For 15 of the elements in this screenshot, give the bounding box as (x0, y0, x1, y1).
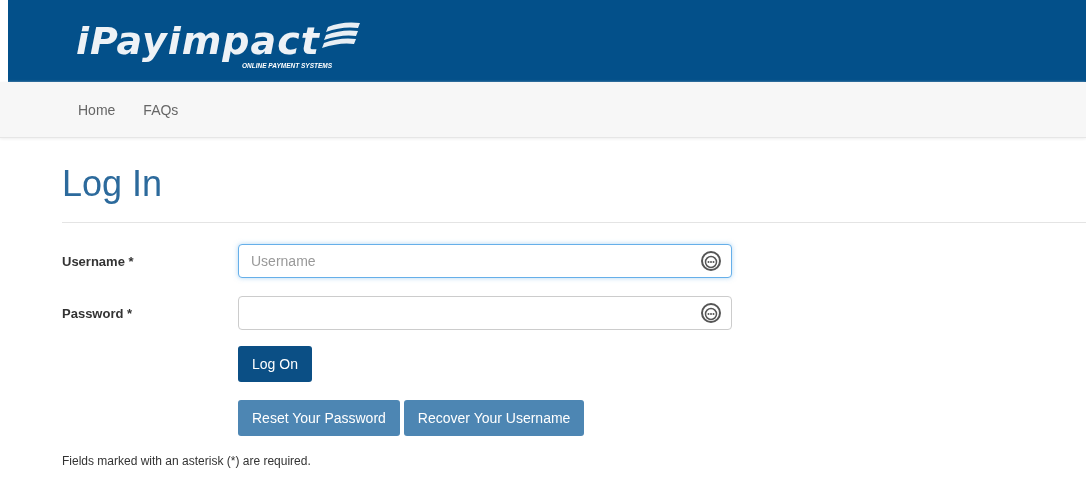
nav-link[interactable]: FAQs (143, 101, 179, 118)
page-title: Log In (62, 164, 164, 204)
field-label: Password * (62, 305, 134, 321)
logo-text[interactable]: iPayimpact (76, 19, 320, 63)
field-label: Username * (62, 253, 135, 269)
nav-link[interactable]: Home (78, 101, 116, 118)
password-manager-icon[interactable] (700, 302, 722, 324)
required-note: Fields marked with an asterisk (*) are required. (62, 454, 312, 468)
input-field[interactable]: Username (238, 244, 732, 278)
log-on-button[interactable]: Log On (238, 346, 312, 382)
logo-stripes-icon (321, 21, 362, 51)
link-button[interactable]: Reset Your Password (238, 400, 400, 436)
password-manager-icon[interactable] (700, 250, 722, 272)
input-field[interactable] (238, 296, 732, 330)
link-button[interactable]: Recover Your Username (403, 400, 585, 436)
